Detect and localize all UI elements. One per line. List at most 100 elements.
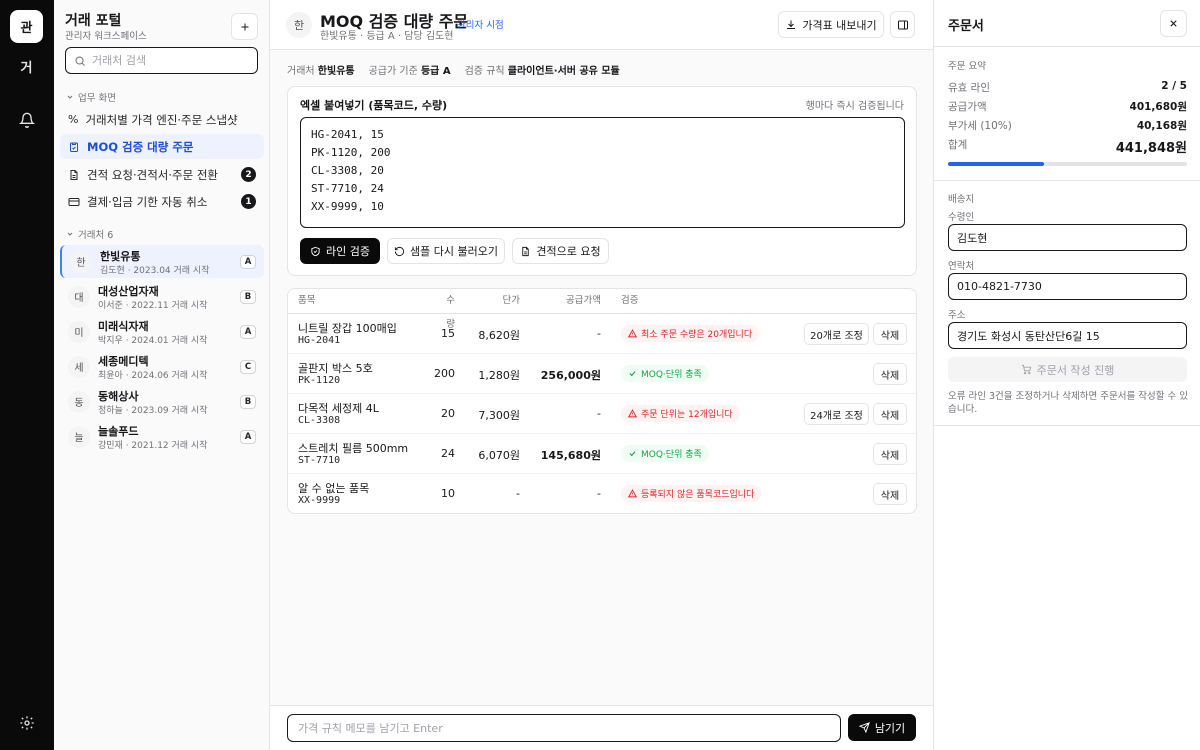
col-item: 품목 bbox=[298, 295, 316, 306]
export-price-list-button[interactable]: 가격표 내보내기 bbox=[778, 11, 884, 38]
validate-lines-button[interactable]: 라인 검증 bbox=[300, 238, 380, 264]
client-item[interactable]: 대 대성산업자재 이서준 · 2022.11 거래 시작 B bbox=[60, 280, 264, 313]
order-lines-table: 품목 수량 단가 공급가액 검증 니트릴 장갑 100매입 HG-2041 15… bbox=[287, 288, 917, 514]
client-search[interactable] bbox=[65, 47, 258, 74]
rotate-ccw-icon bbox=[394, 246, 405, 256]
client-meta: 김도현 · 2023.04 거래 시작 bbox=[100, 266, 210, 276]
item-code: PK-1120 bbox=[298, 375, 341, 386]
order-panel: 주문서 주문 요약 유효 라인 2 / 5 공급가액 401,680원 부가세 (1… bbox=[933, 0, 1200, 750]
divider bbox=[934, 425, 1200, 426]
sidebar: 거래 포털 관리자 워크스페이스 업무 화면 % 거래처별 가격 엔진·주문 스… bbox=[54, 0, 270, 750]
plus-icon bbox=[241, 23, 248, 30]
request-quote-button[interactable]: 견적으로 요청 bbox=[512, 238, 609, 264]
avatar: 대 bbox=[68, 285, 90, 308]
client-item[interactable]: 한 한빛유통 김도현 · 2023.04 거래 시작 A bbox=[60, 245, 264, 278]
status-badge: MOQ·단위 충족 bbox=[621, 365, 709, 382]
recipient-input[interactable] bbox=[948, 224, 1187, 251]
nav-item-price-engine[interactable]: % 거래처별 가격 엔진·주문 스냅샷 bbox=[60, 107, 264, 132]
panel-title: 주문서 bbox=[948, 19, 984, 34]
avatar: 동 bbox=[68, 390, 90, 413]
delete-row-button[interactable]: 삭제 bbox=[873, 323, 907, 345]
grade-badge: A bbox=[240, 430, 256, 444]
section-work-header[interactable]: 업무 화면 bbox=[66, 90, 116, 104]
grade-badge: B bbox=[240, 395, 256, 409]
excel-paste-card: 엑셀 붙여넣기 (품목코드, 수량) 행마다 즉시 검증됩니다 HG-2041,… bbox=[287, 86, 917, 276]
grade-badge: A bbox=[240, 325, 256, 339]
settings-gear-icon[interactable] bbox=[17, 713, 37, 733]
item-price: 6,070원 bbox=[478, 449, 520, 462]
shipping-section-label: 배송지 bbox=[948, 194, 975, 205]
reload-sample-button[interactable]: 샘플 다시 불러오기 bbox=[387, 238, 505, 264]
client-name: 한빛유통 bbox=[100, 250, 141, 263]
address-input[interactable] bbox=[948, 322, 1187, 349]
client-item[interactable]: 동 동해상사 정하늘 · 2023.09 거래 시작 B bbox=[60, 385, 264, 418]
divider bbox=[934, 46, 1200, 47]
item-name: 골판지 박스 5호 bbox=[298, 362, 373, 375]
nav-item-payment[interactable]: 결제·입금 기한 자동 취소 1 bbox=[60, 189, 264, 214]
item-name: 스트레치 필름 500mm bbox=[298, 442, 409, 455]
create-order-button[interactable]: 주문서 작성 진행 bbox=[948, 357, 1187, 382]
check-icon bbox=[629, 371, 636, 377]
table-row: 스트레치 필름 500mm ST-7710 24 6,070원 145,680원… bbox=[288, 434, 916, 474]
avatar: 미 bbox=[68, 320, 90, 343]
nav-count-badge: 2 bbox=[241, 167, 256, 182]
send-memo-button[interactable]: 남기기 bbox=[848, 714, 916, 741]
grade-badge: C bbox=[240, 360, 256, 374]
alert-triangle-icon bbox=[628, 329, 637, 338]
item-amount: - bbox=[597, 487, 601, 500]
item-name: 니트릴 장갑 100매입 bbox=[298, 322, 397, 335]
delete-row-button[interactable]: 삭제 bbox=[873, 403, 907, 425]
order-note: 오류 라인 3건을 조정하거나 삭제하면 주문서를 작성할 수 있습니다. bbox=[948, 391, 1188, 415]
divider bbox=[934, 180, 1200, 181]
chevron-down-icon bbox=[67, 95, 73, 99]
client-item[interactable]: 미 미래식자재 박지우 · 2024.01 거래 시작 A bbox=[60, 315, 264, 348]
rail-second-button[interactable]: 거 bbox=[10, 50, 43, 83]
item-amount: - bbox=[597, 407, 601, 420]
grade-badge: B bbox=[240, 290, 256, 304]
summary-section-label: 주문 요약 bbox=[948, 61, 986, 72]
item-name: 알 수 없는 품목 bbox=[298, 482, 370, 495]
client-search-input[interactable] bbox=[92, 54, 252, 67]
item-price: - bbox=[516, 487, 520, 500]
client-item[interactable]: 늘 늘솔푸드 강민재 · 2021.12 거래 시작 A bbox=[60, 420, 264, 453]
nav-item-moq-order[interactable]: MOQ 검증 대량 주문 bbox=[60, 134, 264, 159]
progress-fill bbox=[948, 162, 1044, 166]
delete-row-button[interactable]: 삭제 bbox=[873, 363, 907, 385]
col-amount: 공급가액 bbox=[566, 295, 601, 306]
adjust-qty-button[interactable]: 24개로 조정 bbox=[804, 403, 869, 425]
panel-right-icon bbox=[897, 20, 908, 29]
col-qty: 수량 bbox=[446, 295, 455, 330]
client-meta: 정하늘 · 2023.09 거래 시작 bbox=[98, 406, 208, 416]
status-badge: 최소 주문 수량은 20개입니다 bbox=[621, 325, 760, 342]
bell-icon[interactable] bbox=[17, 110, 37, 130]
vat-row: 부가세 (10%) 40,168원 bbox=[948, 120, 1187, 132]
total-row: 합계 441,848원 bbox=[948, 139, 1187, 156]
table-row: 골판지 박스 5호 PK-1120 200 1,280원 256,000원 MO… bbox=[288, 354, 916, 394]
table-row: 다목적 세정제 4L CL-3308 20 7,300원 - 주문 단위는 12… bbox=[288, 394, 916, 434]
send-icon bbox=[858, 722, 870, 733]
nav-item-label: 거래처별 가격 엔진·주문 스냅샷 bbox=[85, 112, 238, 127]
toggle-panel-button[interactable] bbox=[890, 11, 915, 38]
grade-badge: A bbox=[240, 255, 256, 269]
client-meta: 이서준 · 2022.11 거래 시작 bbox=[98, 301, 208, 311]
phone-input[interactable] bbox=[948, 273, 1187, 300]
close-panel-button[interactable] bbox=[1160, 10, 1187, 37]
avatar: 세 bbox=[68, 355, 90, 378]
paste-textarea[interactable]: HG-2041, 15 PK-1120, 200 CL-3308, 20 ST-… bbox=[300, 117, 905, 228]
item-qty: 10 bbox=[441, 487, 455, 500]
adjust-qty-button[interactable]: 20개로 조정 bbox=[804, 323, 869, 345]
add-client-button[interactable] bbox=[231, 13, 258, 40]
meta-tier: 등급 A bbox=[420, 66, 451, 77]
section-clients-header[interactable]: 거래처 6 bbox=[66, 227, 113, 241]
client-item[interactable]: 세 세종메디텍 최윤아 · 2024.06 거래 시작 C bbox=[60, 350, 264, 383]
delete-row-button[interactable]: 삭제 bbox=[873, 443, 907, 465]
order-meta: 거래처 한빛유통 공급가 기준 등급 A 검증 규칙 클라이언트·서버 공유 모… bbox=[287, 66, 620, 77]
delete-row-button[interactable]: 삭제 bbox=[873, 483, 907, 505]
status-badge: MOQ·단위 충족 bbox=[621, 445, 709, 462]
rail-home-button[interactable]: 관 bbox=[10, 10, 43, 43]
item-qty: 200 bbox=[434, 367, 455, 380]
item-qty: 20 bbox=[441, 407, 455, 420]
memo-input[interactable] bbox=[287, 714, 841, 742]
valid-lines-progress bbox=[948, 162, 1187, 166]
nav-item-quote[interactable]: 견적 요청·견적서·주문 전환 2 bbox=[60, 162, 264, 187]
